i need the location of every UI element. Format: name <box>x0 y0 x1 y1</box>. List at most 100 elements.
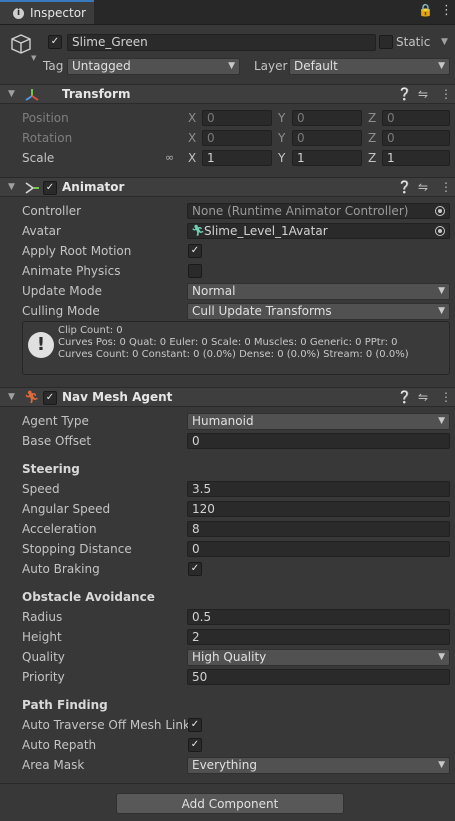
navmesh-enabled-checkbox[interactable]: ✓ <box>43 391 57 405</box>
transform-header[interactable]: ▼ Transform ❔ ⇋ ⋮ <box>0 84 455 104</box>
navmesh-title: Nav Mesh Agent <box>62 390 173 404</box>
animator-icon <box>24 181 40 195</box>
inspector-tab-label: Inspector <box>30 6 86 20</box>
gameobject-name-field[interactable]: Slime_Green <box>67 34 376 51</box>
rotation-y-axis: Y <box>278 131 286 145</box>
agent-type-dropdown[interactable]: Humanoid ▼ <box>187 413 450 430</box>
speed-field[interactable]: 3.5 <box>187 481 450 497</box>
culling-mode-dropdown[interactable]: Cull Update Transforms ▼ <box>187 303 450 320</box>
avatar-label: Avatar <box>22 224 61 238</box>
culling-mode-value: Cull Update Transforms <box>192 304 332 318</box>
scale-z-field[interactable]: 1 <box>382 150 450 166</box>
add-component-button[interactable]: Add Component <box>116 793 344 814</box>
static-checkbox[interactable] <box>379 35 393 49</box>
animate-physics-checkbox[interactable] <box>188 264 202 278</box>
controller-field[interactable]: None (Runtime Animator Controller) <box>187 203 450 219</box>
scale-label: Scale <box>22 151 55 165</box>
tag-label: Tag <box>43 59 64 73</box>
info-icon: i <box>13 8 24 19</box>
radius-field[interactable]: 0.5 <box>187 609 450 625</box>
speed-label: Speed <box>22 482 60 496</box>
update-mode-dropdown[interactable]: Normal ▼ <box>187 283 450 300</box>
position-y-field[interactable]: 0 <box>292 110 362 126</box>
kebab-menu-icon[interactable]: ⋮ <box>440 87 452 101</box>
avatar-value: Slime_Level_1Avatar <box>204 224 328 238</box>
position-y-axis: Y <box>278 111 286 125</box>
rotation-z-axis: Z <box>368 131 377 145</box>
presets-icon[interactable]: ⇋ <box>418 180 428 194</box>
animator-enabled-checkbox[interactable]: ✓ <box>43 181 57 195</box>
animator-info-box: ! Clip Count: 0 Curves Pos: 0 Quat: 0 Eu… <box>22 321 450 375</box>
constrain-proportions-link-icon[interactable]: ∞ <box>165 151 174 164</box>
help-icon[interactable]: ❔ <box>397 390 412 404</box>
inspector-tab[interactable]: i Inspector <box>0 0 94 24</box>
info-exclamation-icon: ! <box>28 332 54 358</box>
rotation-y-field[interactable]: 0 <box>292 130 362 146</box>
kebab-menu-icon[interactable]: ⋮ <box>440 3 453 18</box>
help-icon[interactable]: ❔ <box>397 87 412 101</box>
scale-x-field[interactable]: 1 <box>202 150 272 166</box>
quality-dropdown[interactable]: High Quality ▼ <box>187 649 450 666</box>
rotation-x-field[interactable]: 0 <box>202 130 272 146</box>
navmesh-header[interactable]: ▼ 🏃︎ ✓ Nav Mesh Agent ❔ ⇋ ⋮ <box>0 387 455 407</box>
quality-label: Quality <box>22 650 65 664</box>
layer-dropdown[interactable]: Default ▼ <box>289 58 450 75</box>
transform-title: Transform <box>62 87 131 101</box>
gameobject-active-checkbox[interactable]: ✓ <box>48 35 62 49</box>
position-z-axis: Z <box>368 111 377 125</box>
area-mask-dropdown[interactable]: Everything ▼ <box>187 757 450 774</box>
navmesh-agent-icon: 🏃︎ <box>24 390 40 404</box>
chevron-down-icon: ▼ <box>438 416 445 426</box>
position-x-field[interactable]: 0 <box>202 110 272 126</box>
foldout-arrow-icon[interactable]: ▼ <box>8 89 15 99</box>
info-line-curves-count: Curves Count: 0 Constant: 0 (0.0%) Dense… <box>58 349 409 360</box>
scale-y-field[interactable]: 1 <box>292 150 362 166</box>
presets-icon[interactable]: ⇋ <box>418 390 428 404</box>
controller-label: Controller <box>22 204 82 218</box>
height-field[interactable]: 2 <box>187 629 450 645</box>
angular-speed-field[interactable]: 120 <box>187 501 450 517</box>
icon-dropdown-arrow-icon[interactable]: ▼ <box>31 54 36 62</box>
base-offset-field[interactable]: 0 <box>187 433 450 449</box>
priority-label: Priority <box>22 670 65 684</box>
animator-title: Animator <box>62 180 125 194</box>
foldout-arrow-icon[interactable]: ▼ <box>8 392 15 402</box>
scale-z-axis: Z <box>368 151 377 165</box>
auto-braking-checkbox[interactable]: ✓ <box>188 562 202 576</box>
animator-header[interactable]: ▼ ✓ Animator ❔ ⇋ ⋮ <box>0 177 455 197</box>
agent-type-value: Humanoid <box>192 414 254 428</box>
static-dropdown-arrow-icon[interactable]: ▼ <box>441 37 448 47</box>
obstacle-avoidance-header: Obstacle Avoidance <box>22 590 155 604</box>
lock-icon[interactable]: 🔒 <box>418 3 433 17</box>
kebab-menu-icon[interactable]: ⋮ <box>440 180 452 194</box>
object-picker-icon[interactable] <box>435 206 445 216</box>
auto-braking-label: Auto Braking <box>22 562 100 576</box>
tag-dropdown[interactable]: Untagged ▼ <box>67 58 240 75</box>
chevron-down-icon: ▼ <box>438 652 445 662</box>
tag-value: Untagged <box>72 59 131 73</box>
object-picker-icon[interactable] <box>435 226 445 236</box>
info-line-curves-pos: Curves Pos: 0 Quat: 0 Euler: 0 Scale: 0 … <box>58 337 398 348</box>
acceleration-field[interactable]: 8 <box>187 521 450 537</box>
avatar-field[interactable]: 🏃︎ Slime_Level_1Avatar <box>187 223 450 239</box>
foldout-arrow-icon[interactable]: ▼ <box>8 182 15 192</box>
position-z-field[interactable]: 0 <box>382 110 450 126</box>
inspector-tab-bar: i Inspector 🔒 ⋮ <box>0 0 455 25</box>
position-x-axis: X <box>188 111 197 125</box>
layer-label: Layer <box>254 59 288 73</box>
stopping-distance-field[interactable]: 0 <box>187 541 450 557</box>
stopping-distance-label: Stopping Distance <box>22 542 132 556</box>
help-icon[interactable]: ❔ <box>397 180 412 194</box>
auto-traverse-checkbox[interactable]: ✓ <box>188 718 202 732</box>
priority-field[interactable]: 50 <box>187 669 450 685</box>
rotation-z-field[interactable]: 0 <box>382 130 450 146</box>
transform-icon <box>24 87 40 103</box>
area-mask-label: Area Mask <box>22 758 85 772</box>
apply-root-motion-checkbox[interactable]: ✓ <box>188 244 202 258</box>
quality-value: High Quality <box>192 650 267 664</box>
kebab-menu-icon[interactable]: ⋮ <box>440 390 452 404</box>
presets-icon[interactable]: ⇋ <box>418 87 428 101</box>
height-label: Height <box>22 630 62 644</box>
chevron-down-icon: ▼ <box>228 61 235 71</box>
auto-repath-checkbox[interactable]: ✓ <box>188 738 202 752</box>
